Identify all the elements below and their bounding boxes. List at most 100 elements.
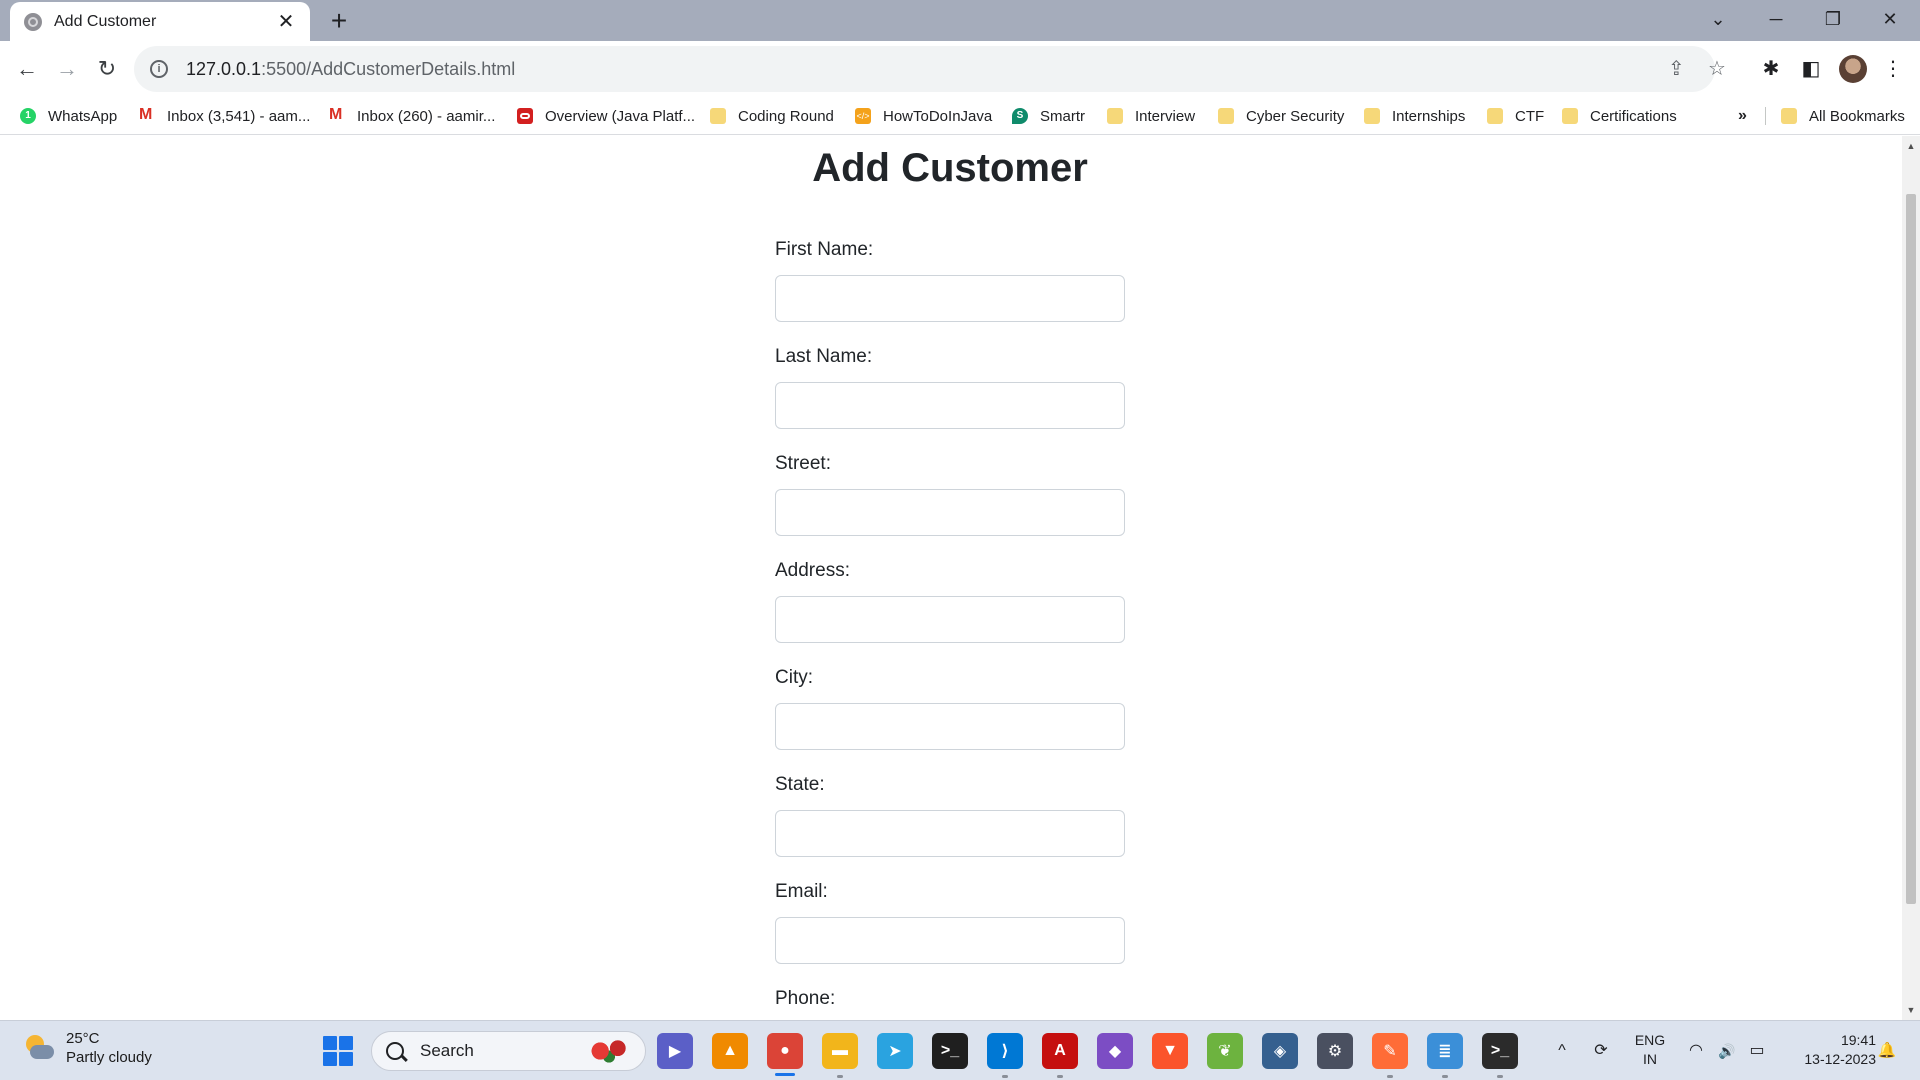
scroll-up-arrow-icon[interactable]: ▲ (1902, 138, 1920, 154)
notepad-icon[interactable]: ≣ (1427, 1033, 1463, 1069)
settings-icon[interactable]: ⚙ (1317, 1033, 1353, 1069)
running-app-indicator (1387, 1075, 1393, 1078)
bookmark-smartr[interactable]: S Smartr (1012, 97, 1085, 135)
city-group: City: (775, 665, 1125, 750)
running-app-indicator (837, 1075, 843, 1078)
bookmark-label: Inbox (260) - aamir... (357, 107, 496, 125)
restore-button[interactable]: ❐ (1805, 0, 1861, 41)
vscode-icon[interactable]: ⟩ (987, 1033, 1023, 1069)
state-input[interactable] (775, 810, 1125, 857)
volume-icon[interactable]: 🔊 (1714, 1021, 1740, 1080)
visual-studio-icon[interactable]: ◆ (1097, 1033, 1133, 1069)
bookmark-howtodoinjava[interactable]: </> HowToDoInJava (855, 97, 992, 135)
tab-add-customer[interactable]: Add Customer ✕ (10, 2, 310, 41)
tab-search-dropdown-icon[interactable]: ⌄ (1690, 0, 1746, 41)
bookmark-folder-interview[interactable]: Interview (1107, 97, 1195, 135)
bookmark-label: Coding Round (738, 107, 834, 125)
all-bookmarks-label: All Bookmarks (1809, 107, 1905, 125)
wifi-icon[interactable]: ◠ (1684, 1021, 1708, 1080)
close-tab-icon[interactable]: ✕ (276, 9, 296, 34)
windows-terminal-icon[interactable]: >_ (1482, 1033, 1518, 1069)
more-bookmarks-icon[interactable]: » (1738, 97, 1747, 135)
partly-cloudy-icon (22, 1033, 56, 1063)
close-window-button[interactable]: ✕ (1862, 0, 1918, 41)
telegram-icon[interactable]: ➤ (877, 1033, 913, 1069)
weather-widget[interactable]: 25°C Partly cloudy (22, 1029, 152, 1067)
sql-server-icon[interactable]: ◈ (1262, 1033, 1298, 1069)
running-app-indicator (1057, 1075, 1063, 1078)
email-input[interactable] (775, 917, 1125, 964)
profile-avatar[interactable] (1839, 55, 1867, 83)
all-bookmarks-button[interactable]: All Bookmarks (1781, 97, 1905, 135)
taskbar-search[interactable]: Search (371, 1031, 646, 1071)
bookmark-gmail-inbox-1[interactable]: Inbox (3,541) - aam... (139, 97, 310, 135)
bookmark-label: Smartr (1040, 107, 1085, 125)
postman-icon[interactable]: ✎ (1372, 1033, 1408, 1069)
back-button[interactable]: ← (9, 51, 45, 87)
street-label: Street: (775, 453, 831, 474)
extensions-icon[interactable]: ✱ (1757, 55, 1785, 83)
globe-icon (24, 12, 42, 31)
brave-icon[interactable]: ▼ (1152, 1033, 1188, 1069)
url-host: 127.0.0.1 (186, 58, 262, 79)
windows-start-icon[interactable] (323, 1036, 353, 1066)
acrobat-icon[interactable]: A (1042, 1033, 1078, 1069)
terminal-icon[interactable]: >_ (932, 1033, 968, 1069)
language-code: ENG (1634, 1032, 1666, 1048)
system-clock[interactable]: 19:41 13-12-2023 (1780, 1031, 1876, 1069)
share-icon[interactable]: ⇪ (1668, 46, 1685, 92)
last-name-input[interactable] (775, 382, 1125, 429)
street-input[interactable] (775, 489, 1125, 536)
language-indicator[interactable]: ENG IN (1628, 1031, 1672, 1069)
battery-icon[interactable]: ▭ (1744, 1021, 1770, 1080)
scroll-down-arrow-icon[interactable]: ▼ (1902, 1002, 1920, 1018)
bookmark-label: Interview (1135, 107, 1196, 125)
gmail-icon (139, 106, 155, 124)
bookmark-label: Certifications (1590, 107, 1677, 125)
folder-icon (1562, 108, 1578, 124)
notification-bell-icon[interactable]: 🔔 (1872, 1021, 1902, 1080)
address-input[interactable] (775, 596, 1125, 643)
sync-icon[interactable]: ⟳ (1588, 1021, 1614, 1080)
bookmark-java-overview[interactable]: Overview (Java Platf... (517, 97, 695, 135)
scrollbar-thumb[interactable] (1906, 194, 1916, 904)
spring-icon[interactable]: ❦ (1207, 1033, 1243, 1069)
chrome-icon[interactable]: ● (767, 1033, 803, 1069)
site-info-icon[interactable]: i (150, 60, 168, 78)
page-viewport: Add Customer First Name: Last Name: Stre… (0, 136, 1902, 1020)
show-hidden-icons-chevron-icon[interactable]: ^ (1550, 1021, 1574, 1080)
search-placeholder: Search (420, 1041, 474, 1060)
address-bar[interactable]: i 127.0.0.1 :5500/AddCustomerDetails.htm… (134, 46, 1726, 92)
bookmark-folder-internships[interactable]: Internships (1364, 97, 1465, 135)
bookmark-folder-cyber-security[interactable]: Cyber Security (1218, 97, 1344, 135)
bookmark-folder-certifications[interactable]: Certifications (1562, 97, 1677, 135)
folder-icon (1107, 108, 1123, 124)
city-input[interactable] (775, 703, 1125, 750)
forward-button[interactable]: → (49, 51, 85, 87)
last-name-label: Last Name: (775, 346, 873, 367)
first-name-label: First Name: (775, 239, 874, 260)
file-explorer-icon[interactable]: ▬ (822, 1033, 858, 1069)
side-panel-icon[interactable]: ◧ (1797, 55, 1825, 83)
bookmark-whatsapp[interactable]: 1 WhatsApp (20, 97, 117, 135)
bookmark-star-icon[interactable]: ☆ (1708, 46, 1726, 92)
smartr-icon: S (1012, 108, 1028, 124)
email-label: Email: (775, 881, 828, 902)
vlc-icon[interactable]: ▲ (712, 1033, 748, 1069)
url-path: :5500/AddCustomerDetails.html (261, 58, 516, 79)
reload-button[interactable]: ↻ (89, 51, 125, 87)
new-tab-button[interactable]: + (322, 4, 356, 38)
zoom-icon[interactable]: ▶ (657, 1033, 693, 1069)
browser-menu-icon[interactable]: ⋮ (1879, 55, 1907, 83)
search-highlight-icon (587, 1037, 631, 1065)
minimize-button[interactable]: ─ (1748, 0, 1804, 41)
page-scrollbar[interactable]: ▲ ▼ (1902, 136, 1920, 1020)
clock-date: 13-12-2023 (1804, 1051, 1876, 1067)
bookmark-label: Overview (Java Platf... (545, 107, 696, 125)
first-name-input[interactable] (775, 275, 1125, 322)
bookmark-gmail-inbox-2[interactable]: Inbox (260) - aamir... (329, 97, 495, 135)
bookmark-folder-coding-round[interactable]: Coding Round (710, 97, 834, 135)
bookmark-folder-ctf[interactable]: CTF (1487, 97, 1544, 135)
last-name-group: Last Name: (775, 344, 1125, 429)
weather-condition: Partly cloudy (66, 1049, 152, 1066)
